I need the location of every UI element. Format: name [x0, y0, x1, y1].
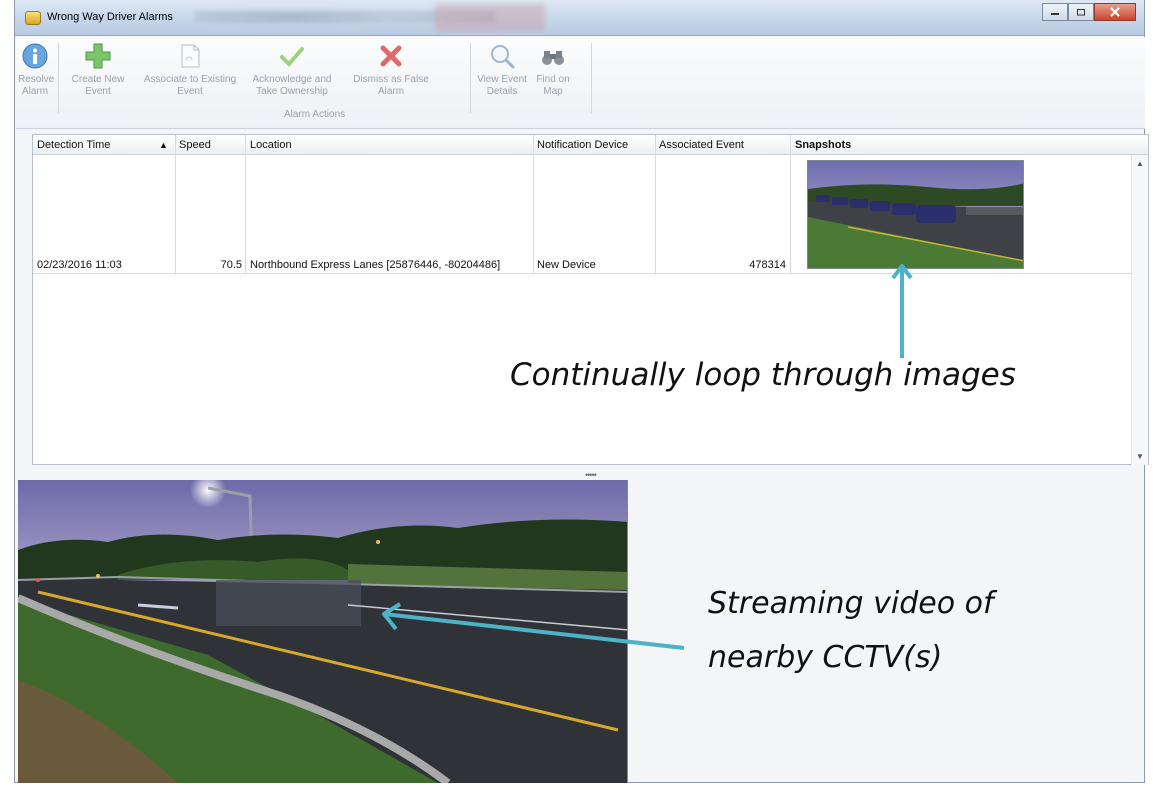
- red-x-icon: [376, 41, 406, 71]
- dismiss-false-alarm-button[interactable]: Dismiss as False Alarm: [346, 37, 436, 119]
- view-event-details-label: View Event Details: [477, 74, 527, 97]
- document-link-icon: [175, 41, 205, 71]
- checkmark-icon: [277, 41, 307, 71]
- column-header-notification-device[interactable]: Notification Device: [537, 139, 628, 151]
- row-divider: [33, 273, 1132, 274]
- sort-ascending-icon[interactable]: ▲: [159, 140, 168, 150]
- blurred-title-area: [435, 4, 545, 32]
- ribbon-separator: [58, 43, 59, 113]
- column-divider: [790, 135, 791, 273]
- column-header-location[interactable]: Location: [250, 139, 292, 151]
- cell-location: Northbound Express Lanes [25876446, -802…: [250, 259, 501, 271]
- magnifier-icon: [487, 41, 517, 71]
- associate-to-existing-button[interactable]: Associate to Existing Event: [140, 37, 240, 119]
- column-header-snapshots[interactable]: Snapshots: [795, 139, 851, 151]
- column-divider: [655, 135, 656, 273]
- ribbon-toolbar: Resolve Alarm Create New Event Associate…: [16, 37, 1145, 129]
- splitter-handle[interactable]: •••••: [585, 470, 597, 480]
- ribbon-group-label: Alarm Actions: [284, 109, 346, 120]
- plus-icon: [83, 41, 113, 71]
- resolve-alarm-button[interactable]: Resolve Alarm: [18, 37, 55, 119]
- ribbon-separator: [470, 43, 471, 113]
- column-header-speed[interactable]: Speed: [179, 139, 211, 151]
- cell-notification-device: New Device: [537, 259, 596, 271]
- maximize-icon[interactable]: [1068, 3, 1094, 21]
- app-icon: [25, 11, 41, 25]
- window-title: Wrong Way Driver Alarms: [47, 11, 173, 23]
- column-header-associated-event[interactable]: Associated Event: [659, 139, 744, 151]
- binoculars-icon: [538, 41, 568, 71]
- window-controls: [1042, 3, 1136, 21]
- close-icon[interactable]: [1094, 3, 1136, 21]
- vertical-scrollbar[interactable]: ▲ ▼: [1131, 155, 1148, 465]
- snapshot-thumbnail[interactable]: [807, 160, 1024, 269]
- cell-associated-event: 478314: [749, 259, 786, 271]
- cell-speed: 70.5: [220, 259, 242, 271]
- video-annotation-line1: Streaming video of: [708, 586, 994, 621]
- associate-to-existing-label: Associate to Existing Event: [143, 74, 237, 97]
- alarms-grid: Detection Time ▲ Speed Location Notifica…: [32, 134, 1149, 465]
- grid-header: Detection Time ▲ Speed Location Notifica…: [33, 135, 1148, 155]
- find-on-map-button[interactable]: Find on Map: [532, 37, 574, 119]
- dismiss-false-alarm-label: Dismiss as False Alarm: [353, 74, 429, 97]
- create-new-event-label: Create New Event: [71, 74, 125, 97]
- resolve-alarm-label: Resolve Alarm: [18, 74, 55, 97]
- create-new-event-button[interactable]: Create New Event: [62, 37, 134, 119]
- minimize-icon[interactable]: [1042, 3, 1068, 21]
- column-divider: [175, 135, 176, 273]
- title-bar[interactable]: Wrong Way Driver Alarms: [15, 0, 1144, 36]
- video-annotation-line2: nearby CCTV(s): [708, 640, 943, 675]
- acknowledge-ownership-label: Acknowledge and Take Ownership: [252, 74, 332, 97]
- scroll-up-icon[interactable]: ▲: [1136, 159, 1144, 168]
- column-divider: [245, 135, 246, 273]
- find-on-map-label: Find on Map: [536, 74, 570, 97]
- scroll-down-icon[interactable]: ▼: [1136, 452, 1144, 461]
- acknowledge-ownership-button[interactable]: Acknowledge and Take Ownership: [242, 37, 342, 119]
- column-divider: [533, 135, 534, 273]
- annotation-arrow-up: [890, 262, 914, 360]
- ribbon-separator: [591, 43, 592, 113]
- info-icon: [20, 41, 50, 71]
- column-header-detection-time[interactable]: Detection Time: [37, 139, 110, 151]
- snapshots-annotation: Continually loop through images: [510, 357, 1016, 393]
- annotation-arrow-left: [378, 596, 688, 652]
- cell-detection-time: 02/23/2016 11:03: [37, 259, 122, 271]
- view-event-details-button[interactable]: View Event Details: [474, 37, 530, 119]
